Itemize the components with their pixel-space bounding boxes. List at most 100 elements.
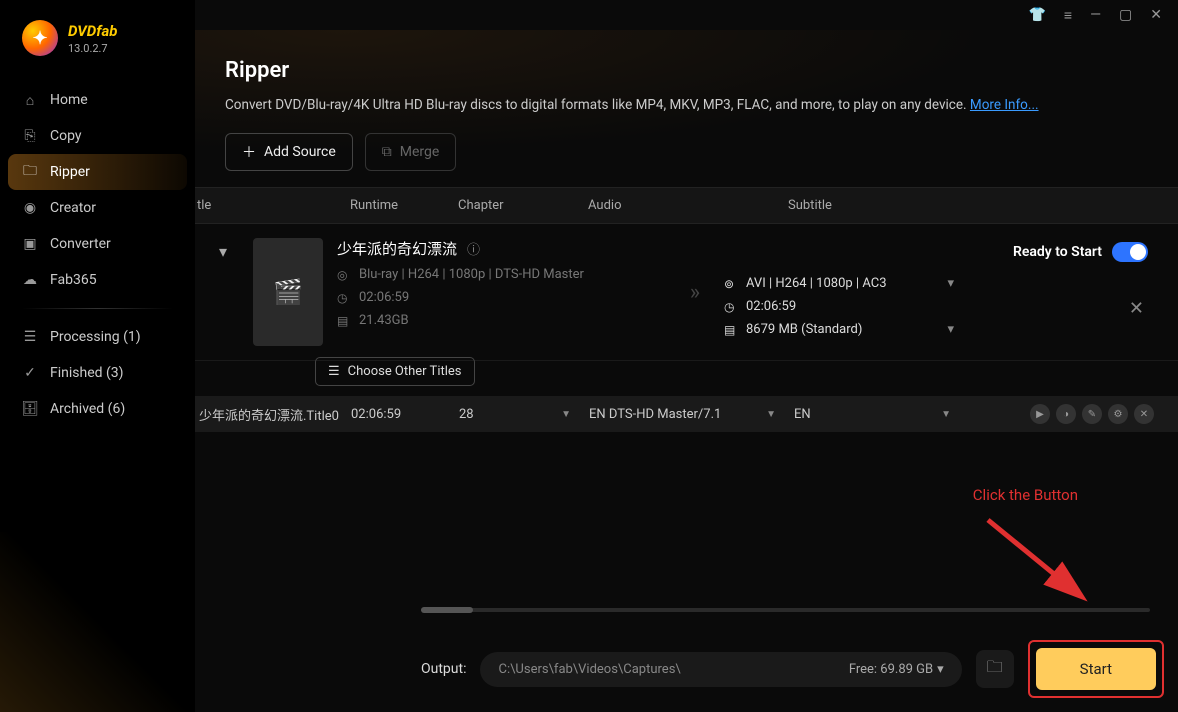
processing-icon: ☰ [22,329,38,345]
col-title: tle [195,198,350,213]
info-icon[interactable]: ⓘ [467,239,480,258]
sidebar-item-label: Finished (3) [50,365,124,381]
col-audio: Audio [588,198,788,213]
output-label: Output: [421,661,466,677]
output-duration: 02:06:59 [746,299,796,314]
sidebar-item-label: Fab365 [50,272,97,288]
delete-icon[interactable]: ✕ [1134,404,1154,424]
main: 👕 ≡ — ▢ ✕ Ripper Convert DVD/Blu-ray/4K … [195,0,1178,712]
title-name: 少年派的奇幻漂流.Title0 [195,405,351,424]
choose-other-titles-button[interactable]: ☰Choose Other Titles [315,357,475,386]
plus-icon: ＋ [242,142,256,162]
edit-icon[interactable]: ✎ [1082,404,1102,424]
maximize-icon[interactable]: ▢ [1119,7,1132,23]
close-icon[interactable]: ✕ [1150,7,1162,23]
size-icon: ▤ [337,314,351,328]
col-runtime: Runtime [350,198,458,213]
start-highlight: Start [1028,640,1164,698]
format-icon: ⊚ [724,277,738,291]
home-icon: ⌂ [22,92,38,108]
ripper-icon: 🗀 [22,164,38,180]
archived-icon: 🗄 [22,401,38,417]
status-text: Ready to Start [1013,244,1102,260]
sidebar-item-label: Copy [50,128,82,144]
footer: Output: C:\Users\fab\Videos\Captures\ Fr… [421,640,1164,698]
more-info-link[interactable]: More Info... [970,97,1039,113]
disc-icon: ◎ [337,268,351,282]
annotation-text: Click the Button [973,486,1078,504]
sidebar-item-label: Ripper [50,164,90,180]
remove-source-icon[interactable]: ✕ [1129,298,1144,319]
size-icon: ▤ [724,323,738,337]
crop-icon[interactable]: ◑ [1056,404,1076,424]
copy-icon: ⎘ [22,128,38,144]
brand-name: DVDfab [68,22,117,40]
col-chapter: Chapter [458,198,588,213]
col-subtitle: Subtitle [788,198,1148,213]
sidebar: ✦ DVDfab 13.0.2.7 ⌂ Home ⎘ Copy 🗀 Ripper ◉C… [0,0,195,712]
sidebar-item-home[interactable]: ⌂ Home [8,82,187,118]
clock-icon: ◷ [724,300,738,314]
title-chapter: 28 [459,407,474,422]
merge-button[interactable]: ⧉Merge [365,133,457,171]
sidebar-item-label: Archived (6) [50,401,125,417]
sidebar-item-label: Converter [50,236,111,252]
source-row: ▾ 🎬 少年派的奇幻漂流 ⓘ ◎Blu-ray | H264 | 1080p |… [195,224,1178,361]
output-format[interactable]: AVI | H264 | 1080p | AC3 [746,276,931,291]
chevron-down-icon[interactable]: ▾ [947,322,954,337]
sidebar-item-label: Processing (1) [50,329,141,345]
start-button[interactable]: Start [1036,648,1156,690]
output-path-text: C:\Users\fab\Videos\Captures\ [498,662,680,677]
brand-version: 13.0.2.7 [68,42,117,55]
chevron-down-icon[interactable]: ▾ [947,276,954,291]
sidebar-item-archived[interactable]: 🗄 Archived (6) [8,391,187,427]
settings-icon[interactable]: ⚙ [1108,404,1128,424]
app-logo-icon: ✦ [22,20,58,56]
sidebar-item-label: Home [50,92,88,108]
progress-scrollbar[interactable] [421,608,1150,612]
nav: ⌂Home ⎘Copy 🗀Ripper ◉Creator ▣Converter … [0,74,195,435]
chevron-down-icon[interactable]: ▼ [766,409,776,420]
page-title: Ripper [225,58,1148,83]
sidebar-item-ripper[interactable]: 🗀 Ripper [8,154,187,190]
play-icon[interactable]: ▶ [1030,404,1050,424]
divider [22,308,173,309]
merge-icon: ⧉ [382,144,392,160]
collapse-icon[interactable]: ▾ [219,238,239,346]
output-size[interactable]: 8679 MB (Standard) [746,322,931,337]
list-icon: ☰ [328,364,340,379]
chevron-down-icon[interactable]: ▼ [941,409,951,420]
sidebar-item-converter[interactable]: ▣ Converter [8,226,187,262]
menu-icon[interactable]: ≡ [1064,7,1072,24]
title-subtitle: EN [794,407,811,422]
sidebar-item-finished[interactable]: ✓ Finished (3) [8,355,187,391]
sidebar-item-processing[interactable]: ☰ Processing (1) [8,319,187,355]
sidebar-item-creator[interactable]: ◉Creator [8,190,187,226]
arrow-icon: » [680,238,710,346]
page-description: Convert DVD/Blu-ray/4K Ultra HD Blu-ray … [225,97,1148,113]
chevron-down-icon[interactable]: ▼ [561,409,571,420]
sidebar-item-label: Creator [50,200,96,216]
enable-toggle[interactable] [1112,242,1148,262]
finished-icon: ✓ [22,365,38,381]
title-audio: EN DTS-HD Master/7.1 [589,407,721,422]
clock-icon: ◷ [337,291,351,305]
cloud-icon: ☁ [22,272,38,288]
input-format: Blu-ray | H264 | 1080p | DTS-HD Master [359,267,584,282]
free-space[interactable]: Free: 69.89 GB▾ [849,662,944,677]
minimize-icon[interactable]: — [1090,7,1101,23]
annotation-arrow-icon [978,510,1098,610]
add-source-button[interactable]: ＋Add Source [225,133,353,171]
title-row[interactable]: 少年派的奇幻漂流.Title0 02:06:59 28 ▼ EN DTS-HD M… [195,396,1178,432]
sidebar-item-copy[interactable]: ⎘ Copy [8,118,187,154]
browse-folder-button[interactable]: 🗀 [976,650,1014,688]
theme-icon[interactable]: 👕 [1028,7,1045,23]
source-title: 少年派的奇幻漂流 [337,238,457,259]
title-runtime: 02:06:59 [351,407,459,422]
logo-area: ✦ DVDfab 13.0.2.7 [0,12,195,74]
converter-icon: ▣ [22,236,38,252]
sidebar-item-fab365[interactable]: ☁ Fab365 [8,262,187,298]
output-path-field[interactable]: C:\Users\fab\Videos\Captures\ Free: 69.8… [480,652,961,687]
column-headers: tle Runtime Chapter Audio Subtitle [195,187,1178,224]
titlebar: 👕 ≡ — ▢ ✕ [195,0,1178,30]
